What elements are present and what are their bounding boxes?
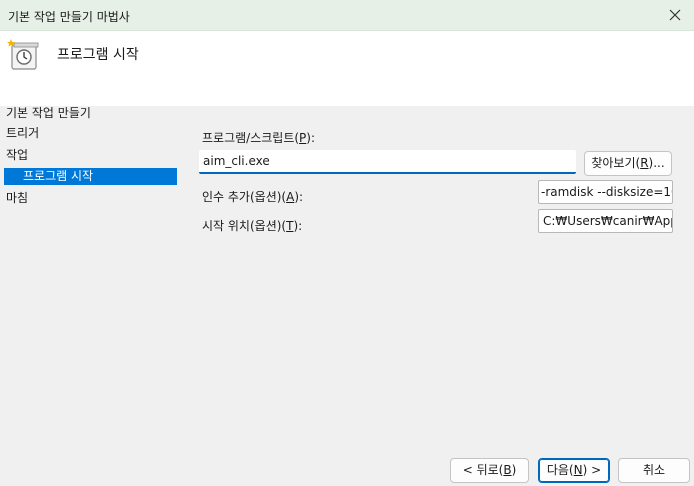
task-scheduler-clock-icon [6,37,40,71]
step-create-basic-task[interactable]: 기본 작업 만들기 [6,105,91,122]
arguments-input[interactable]: -ramdisk --disksize=10G [538,180,673,204]
cancel-button[interactable]: 취소 [618,458,690,483]
close-icon[interactable] [664,4,686,26]
arguments-label: 인수 추가(옵션)(A): [202,190,304,204]
program-label: 프로그램/스크립트(P): [202,131,316,145]
program-input[interactable]: aim_cli.exe [199,150,576,174]
wizard-header: 프로그램 시작 [0,31,694,106]
step-action[interactable]: 작업 [6,147,28,164]
wizard-body: 기본 작업 만들기 트리거 작업 프로그램 시작 마침 프로그램/스크립트(P)… [0,106,694,486]
title-bar: 기본 작업 만들기 마법사 [0,0,694,31]
back-button[interactable]: < 뒤로(B) [450,458,529,483]
start-in-input[interactable]: C:₩Users₩canir₩AppDa [538,209,673,233]
next-button[interactable]: 다음(N) > [538,458,610,483]
step-start-program[interactable]: 프로그램 시작 [4,168,177,185]
page-title: 프로그램 시작 [57,47,139,63]
browse-button[interactable]: 찾아보기(R)... [584,151,672,176]
window-title: 기본 작업 만들기 마법사 [8,10,130,24]
step-trigger[interactable]: 트리거 [6,125,39,142]
step-finish[interactable]: 마침 [6,190,28,207]
start-in-label: 시작 위치(옵션)(T): [202,219,303,233]
